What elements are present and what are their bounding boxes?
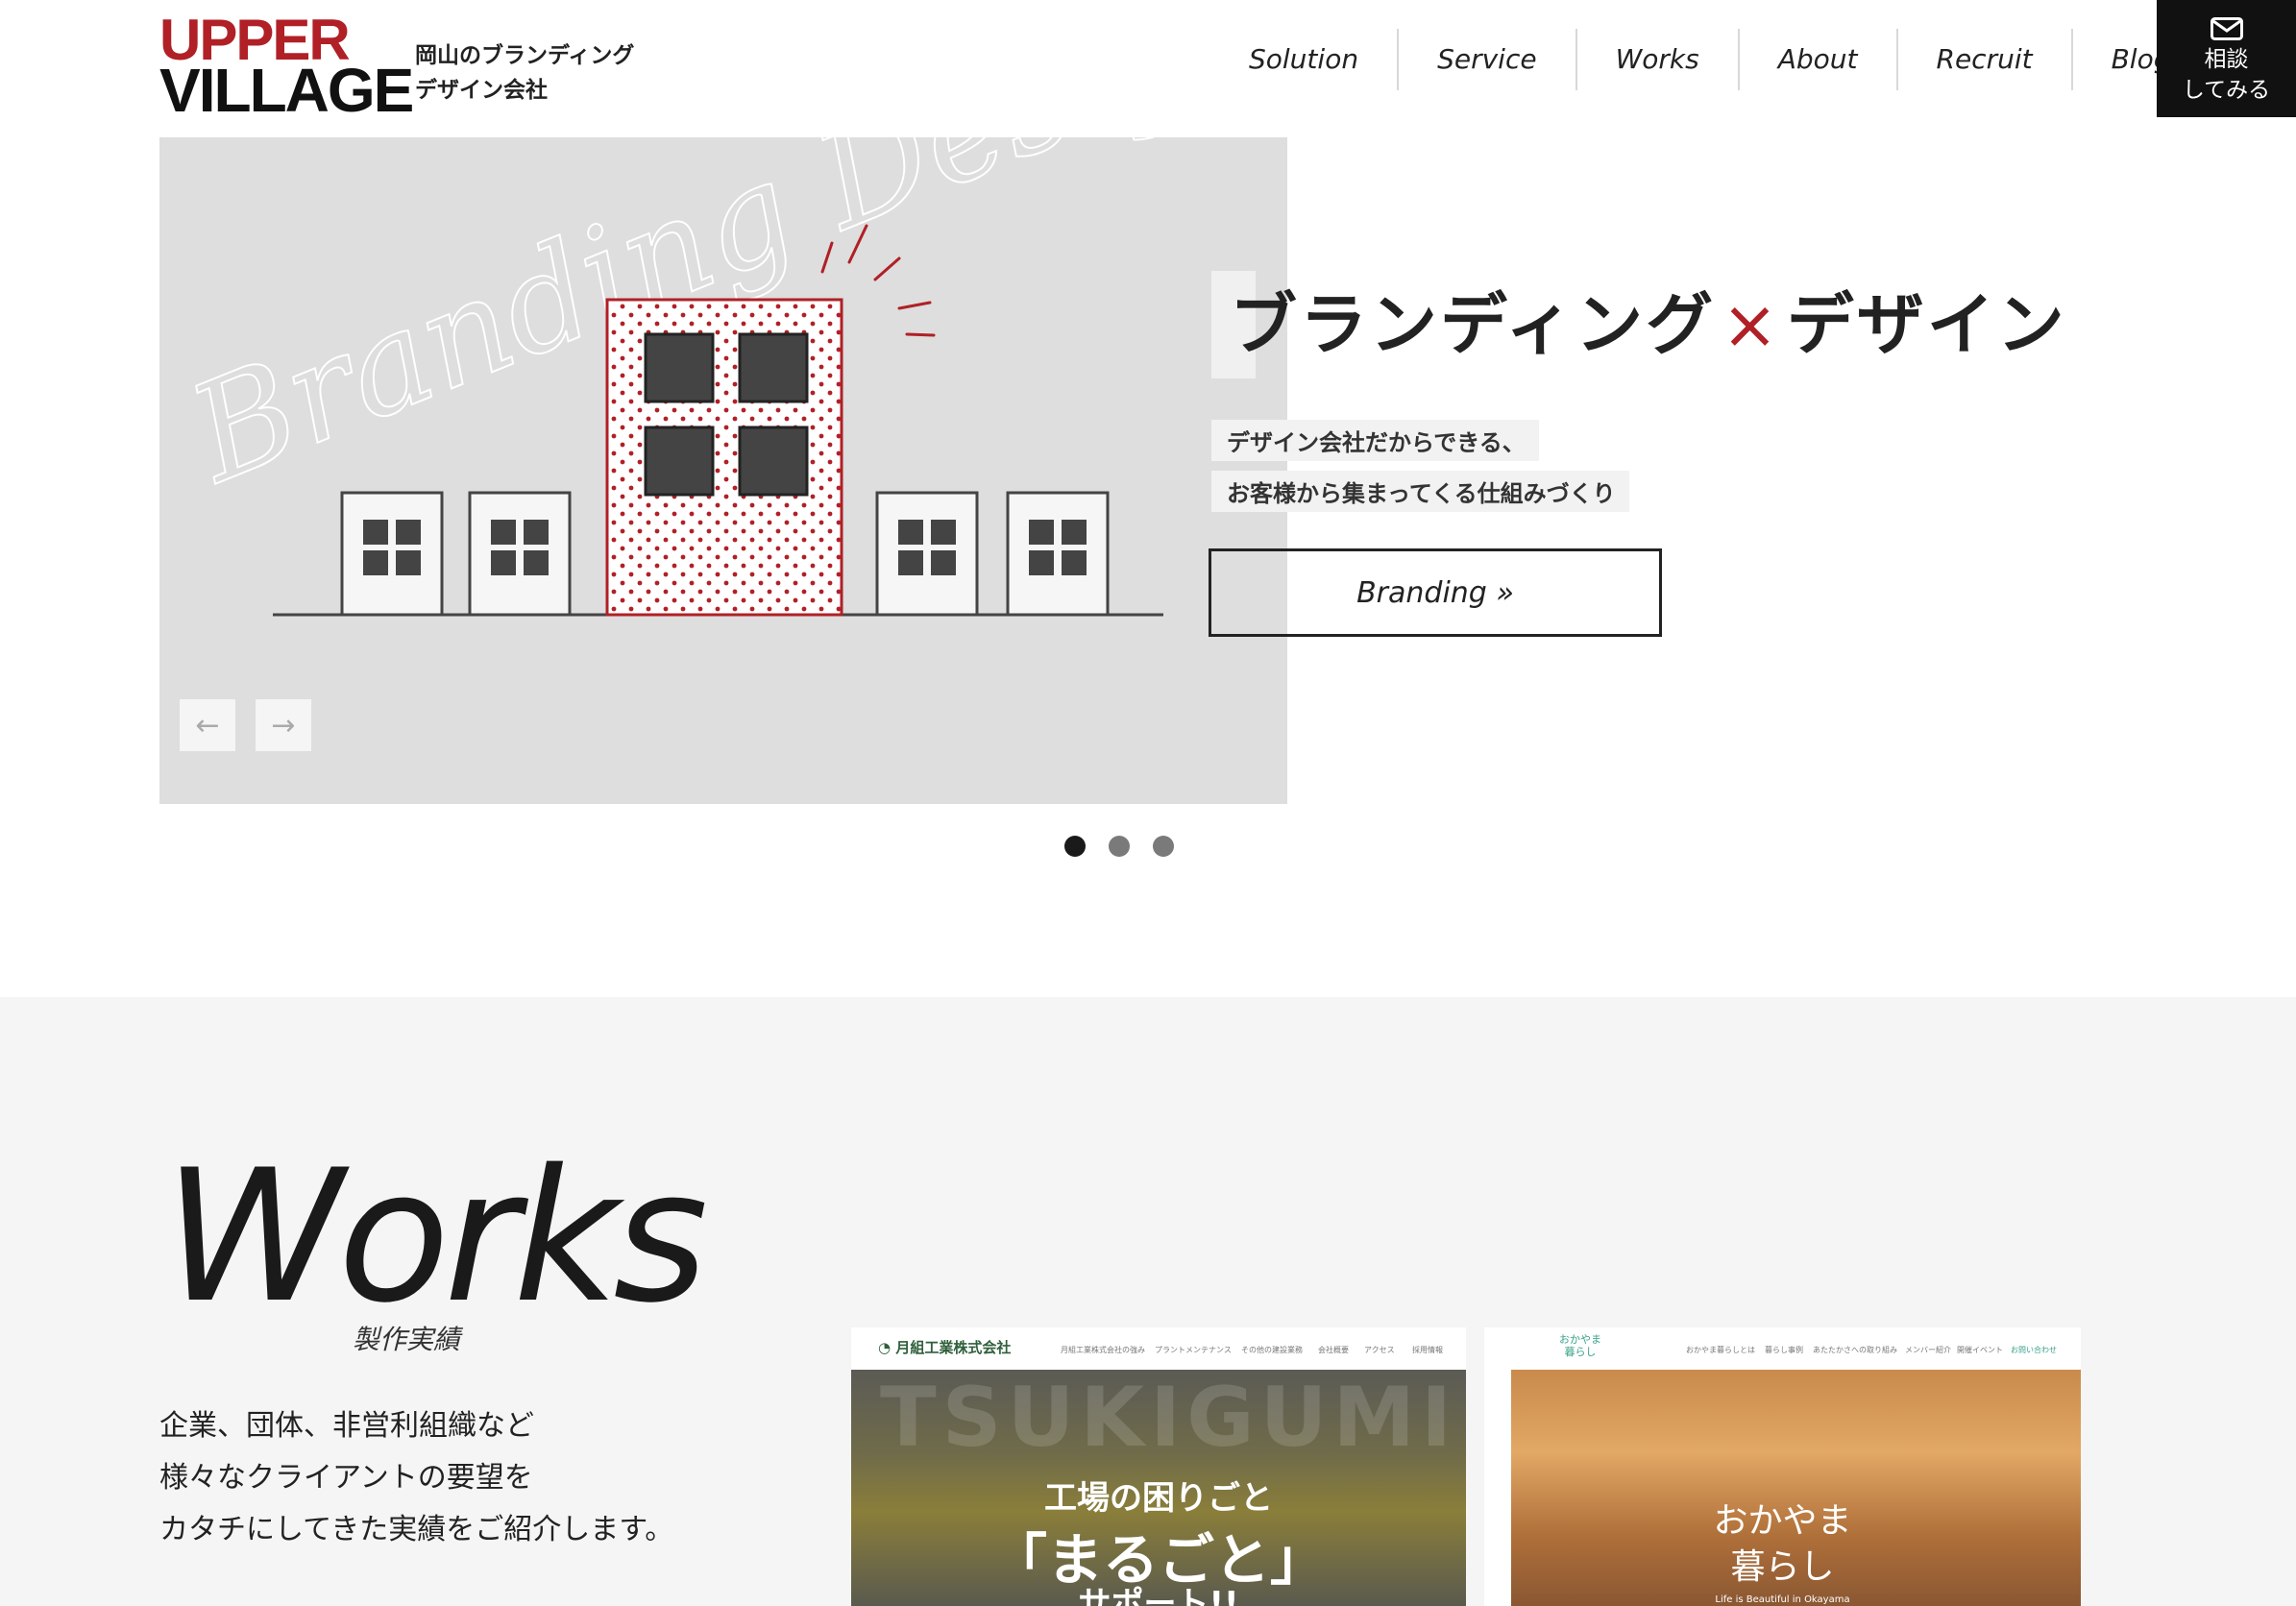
moon-logo-icon: ◔ [878, 1339, 896, 1356]
card1-menu-1: 月組工業株式会社の強み [1061, 1346, 1145, 1354]
tagline-line-2: デザイン会社 [415, 78, 548, 103]
consult-label-line-1: 相談 [2204, 47, 2249, 72]
slider-dot-3[interactable] [1153, 836, 1174, 857]
tall-building [605, 298, 843, 617]
mail-icon [2210, 17, 2243, 40]
card1-brand: ◔ 月組工業株式会社 [878, 1337, 1011, 1357]
site-logo[interactable]: UPPER VILLAGE [159, 12, 414, 122]
site-tagline: 岡山のブランディング デザイン会社 [415, 38, 634, 108]
slider-dot-1[interactable] [1064, 836, 1086, 857]
consult-label-line-2: してみる [2182, 78, 2271, 103]
card2-english: Life is Beautiful in Okayama [1715, 1594, 1850, 1605]
work-card-tsukigumi[interactable]: ◔ 月組工業株式会社 月組工業株式会社の強み プラントメンテナンス その他の建設… [851, 1327, 1466, 1606]
card2-menu-5: 開催イベント [1957, 1346, 2003, 1354]
slider-next-button[interactable]: → [256, 699, 311, 751]
card2-menu-1: おかやま暮らしとは [1686, 1346, 1755, 1354]
works-desc-line-3: カタチにしてきた実績をご紹介します。 [159, 1513, 674, 1546]
slider-dot-2[interactable] [1109, 836, 1130, 857]
house-2 [468, 491, 572, 617]
card1-menu-4: 会社概要 [1318, 1346, 1349, 1354]
house-1 [340, 491, 444, 617]
card2-menu-4: メンバー紹介 [1905, 1346, 1951, 1354]
card2-menu-3: あたたかさへの取り組み [1813, 1346, 1897, 1354]
hero-title-part2: デザイン [1786, 285, 2067, 364]
hero-sub-line-1: デザイン会社だからできる、 [1211, 420, 1539, 461]
card1-menu-5: アクセス [1364, 1346, 1395, 1354]
hero-subtitle: デザイン会社だからできる、 お客様から集まってくる仕組みづくり [1211, 420, 1629, 522]
card2-copy-line-1: おかやま [1713, 1501, 1852, 1541]
slider-prev-button[interactable]: ← [180, 699, 235, 751]
nav-about[interactable]: About [1740, 29, 1898, 90]
nav-solution[interactable]: Solution [1210, 29, 1400, 90]
house-3 [875, 491, 979, 617]
logo-village-text: VILLAGE [159, 56, 414, 125]
card1-menu-3: その他の建設業務 [1241, 1346, 1303, 1354]
arrow-right-icon: → [271, 708, 296, 742]
card2-logo: おかやま 暮らし [1559, 1333, 1601, 1358]
card1-bigword: TSUKIGUMI [880, 1370, 1458, 1466]
card2-copy-line-2: 暮らし [1730, 1547, 1835, 1587]
consult-button[interactable]: 相談 してみる [2157, 0, 2296, 117]
card2-menu-6: お問い合わせ [2011, 1346, 2057, 1354]
card2-site-header: おかやま 暮らし おかやま暮らしとは 暮らし事例 あたたかさへの取り組み メンバ… [1484, 1327, 2081, 1370]
tagline-line-1: 岡山のブランディング [415, 43, 635, 68]
card1-menu-6: 採用情報 [1412, 1346, 1443, 1354]
hero-title: ブランディング×デザイン [1230, 271, 2067, 378]
arrow-left-icon: ← [195, 708, 220, 742]
nav-service[interactable]: Service [1399, 29, 1577, 90]
nav-works[interactable]: Works [1577, 29, 1740, 90]
works-desc-line-1: 企業、団体、非営利組織など [159, 1409, 534, 1443]
works-subtitle: 製作実績 [353, 1324, 461, 1355]
card2-menu-2: 暮らし事例 [1765, 1346, 1803, 1354]
card2-copy: おかやま 暮らし [1484, 1498, 2081, 1591]
card1-brand-text: 月組工業株式会社 [895, 1339, 1012, 1356]
card1-copy-1: 工場の困りごと [1044, 1479, 1273, 1518]
card1-site-header: ◔ 月組工業株式会社 月組工業株式会社の強み プラントメンテナンス その他の建設… [851, 1327, 1466, 1370]
work-card-okayama-kurashi[interactable]: おかやま 暮らし おかやま暮らしとは 暮らし事例 あたたかさへの取り組み メンバ… [1484, 1327, 2081, 1606]
nav-recruit[interactable]: Recruit [1898, 29, 2073, 90]
hero-illustration: Branding Design [167, 137, 1287, 617]
works-description: 企業、団体、非営利組織など 様々なクライアントの要望を カタチにしてきた実績をご… [159, 1400, 673, 1556]
global-nav: Solution Service Works About Recruit Blo… [1210, 29, 2171, 90]
works-title: Works [163, 1131, 708, 1343]
hero-title-cross: × [1722, 285, 1781, 364]
works-desc-line-2: 様々なクライアントの要望を [159, 1461, 533, 1495]
card2-logo-line-1: おかやま [1559, 1333, 1601, 1346]
hero-sub-line-2: お客様から集まってくる仕組みづくり [1211, 471, 1629, 512]
house-4 [1006, 491, 1110, 617]
branding-button[interactable]: Branding » [1209, 548, 1662, 637]
card1-copy-3: サポート!! [1078, 1585, 1239, 1606]
works-section: Works 製作実績 企業、団体、非営利組織など 様々なクライアントの要望を カ… [0, 997, 2296, 1606]
hero-title-part1: ブランディング [1230, 285, 1717, 364]
hero-slider: Branding Design [159, 137, 1287, 804]
card1-menu-2: プラントメンテナンス [1155, 1346, 1232, 1354]
consult-label: 相談 してみる [2183, 44, 2270, 106]
slider-pagination [1064, 836, 1174, 857]
card2-logo-line-2: 暮らし [1564, 1346, 1597, 1358]
